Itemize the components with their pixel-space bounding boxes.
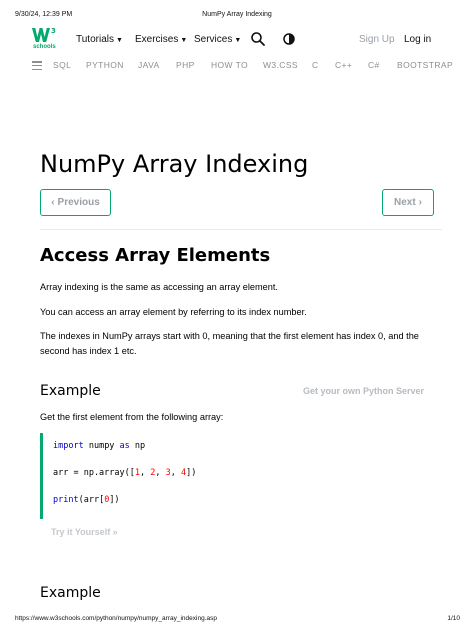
code-line-2: arr = np.array([1, 2, 3, 4]) [53,468,197,478]
lang-link-cpp[interactable]: C++ [335,60,352,70]
example-description: Get the first element from the following… [40,412,224,422]
print-page-number: 1/10 [447,615,460,622]
section-divider [40,229,442,230]
top-navigation: 3 schools Tutorials ▼ Exercises ▼ Services… [0,24,474,54]
w3schools-logo[interactable]: 3 schools [32,27,58,54]
lang-link-csharp[interactable]: C# [368,60,380,70]
lang-link-sql[interactable]: SQL [53,60,71,70]
services-label: Services [194,34,233,45]
get-server-link[interactable]: Get your own Python Server [303,386,424,396]
previous-button[interactable]: ‹ Previous [40,189,111,216]
login-button[interactable]: Log in [404,34,431,45]
logo-superscript: 3 [51,27,56,35]
page-title: NumPy Array Indexing [40,150,309,178]
next-label: Next [393,197,416,208]
caret-down-icon: ▼ [115,37,123,44]
next-button[interactable]: Next › [382,189,434,216]
example-heading: Example [40,383,101,399]
code-line-1: import numpy as np [53,441,146,451]
tutorials-menu[interactable]: Tutorials ▼ [76,34,123,45]
language-bar: SQL PYTHON JAVA PHP HOW TO W3.CSS C C++ … [0,59,474,75]
lang-link-python[interactable]: PYTHON [86,60,124,70]
theme-toggle-icon[interactable] [281,31,297,47]
caret-down-icon: ▼ [234,37,242,44]
chevron-right-icon: › [418,197,423,208]
lang-link-java[interactable]: JAVA [138,60,160,70]
print-header: 9/30/24, 12:39 PM NumPy Array Indexing [0,11,474,23]
previous-label: Previous [57,197,100,208]
hamburger-menu-icon[interactable] [32,61,42,71]
caret-down-icon: ▼ [180,37,188,44]
print-page-title: NumPy Array Indexing [202,11,272,18]
paragraph-1: Array indexing is the same as accessing … [40,282,278,292]
exercises-menu[interactable]: Exercises ▼ [135,34,187,45]
code-line-3: print(arr[0]) [53,495,120,505]
lang-link-howto[interactable]: HOW TO [211,60,248,70]
example-2-heading: Example [40,585,101,601]
paragraph-2: You can access an array element by refer… [40,307,307,317]
search-icon[interactable] [250,31,266,47]
code-example: import numpy as np arr = np.array([1, 2,… [40,433,432,519]
section-heading: Access Array Elements [40,245,271,266]
lang-link-bootstrap[interactable]: BOOTSTRAP [397,60,453,70]
paragraph-3: The indexes in NumPy arrays start with 0… [40,331,419,356]
exercises-label: Exercises [135,34,179,45]
services-menu[interactable]: Services ▼ [194,34,241,45]
print-url: https://www.w3schools.com/python/numpy/n… [15,615,217,622]
lang-link-c[interactable]: C [312,60,319,70]
tutorials-label: Tutorials [76,34,114,45]
chevron-left-icon: ‹ [51,197,55,208]
lang-link-w3css[interactable]: W3.CSS [263,60,298,70]
signup-button[interactable]: Sign Up [359,34,395,45]
try-it-yourself-button[interactable]: Try it Yourself » [51,527,118,537]
logo-text: schools [33,44,56,50]
w-logo-icon [32,28,50,42]
print-footer: https://www.w3schools.com/python/numpy/n… [0,615,474,625]
lang-link-php[interactable]: PHP [176,60,195,70]
